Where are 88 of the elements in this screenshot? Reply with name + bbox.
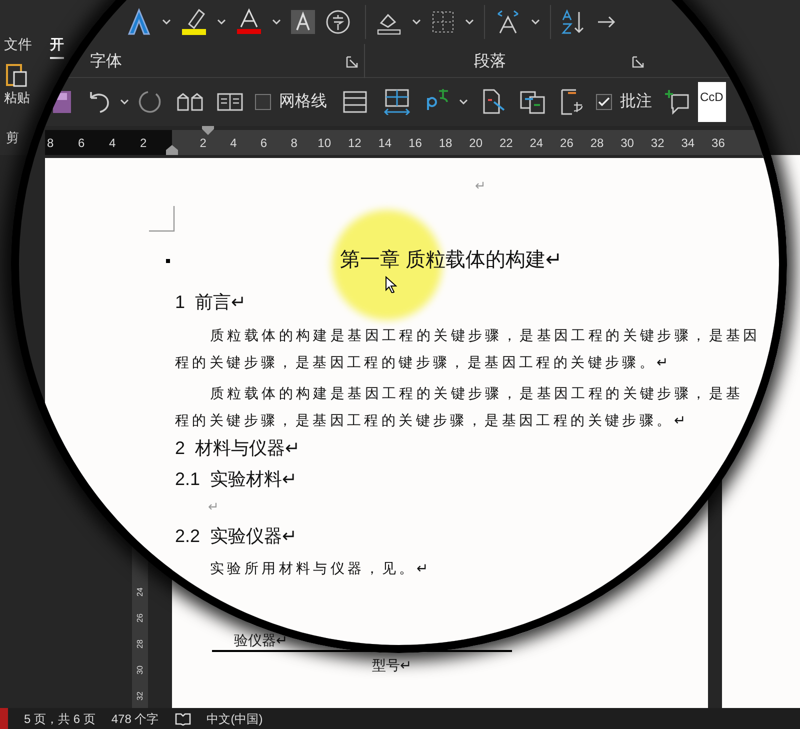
columns-icon[interactable] (217, 93, 243, 111)
window-compare-icon[interactable] (520, 89, 546, 115)
page-width-icon[interactable] (383, 89, 411, 115)
header-row-icon[interactable] (343, 91, 367, 113)
ruler-number: 8 (47, 134, 55, 152)
body-paragraph: 质粒载体的构建是基因工程的关键步骤，是基因工程的关键步骤，是基因 程的关键步骤，是基因工程的键步骤，是基因工程的关键步骤。↵ (174, 326, 762, 372)
ribbon-tab[interactable]: 开 (50, 34, 64, 59)
document-kana-icon[interactable] (560, 89, 584, 115)
checkbox-box[interactable] (255, 94, 271, 110)
left-indent-marker[interactable] (166, 145, 178, 155)
ruler-number: 26 (134, 614, 145, 622)
book-icon[interactable] (177, 93, 203, 111)
table-header-cell-text: 型号↵ (372, 656, 412, 675)
ruler-number: 24 (528, 134, 544, 152)
caret-icon[interactable] (272, 19, 281, 25)
ruler-number: 30 (620, 134, 635, 152)
caption-text: 验仪器↵ (234, 631, 288, 650)
document-compare-icon[interactable] (482, 89, 506, 115)
body-paragraph: 质粒载体的构建是基因工程的关键步骤，是基因工程的关键步骤，是基 程的关键步骤，是基因工程的关键步骤，是基因工程的关键步骤。↵ (174, 384, 744, 430)
font-color-icon[interactable] (236, 8, 262, 36)
caret-icon[interactable] (465, 19, 474, 25)
ruler-number: 14 (377, 134, 393, 152)
ruler-number: 6 (78, 134, 86, 152)
mouse-pointer-icon (385, 276, 397, 293)
highlighter-icon[interactable] (181, 8, 207, 36)
gridlines-checkbox[interactable]: 网格线 (255, 90, 327, 114)
ribbon-tab[interactable]: 文件 (4, 34, 32, 59)
caret-icon[interactable] (531, 19, 540, 25)
ruler-number: 20 (468, 134, 484, 152)
ruler-number: 18 (438, 134, 454, 152)
caret-icon[interactable] (217, 19, 226, 25)
paste-button[interactable]: 粘贴 (4, 62, 30, 108)
text-effects-icon[interactable] (126, 8, 152, 36)
paragraph-mark: ↵ (474, 177, 487, 195)
section-heading: 1 前言↵ (174, 291, 248, 314)
asian-layout-icon[interactable] (495, 9, 521, 35)
new-comment-icon[interactable] (664, 89, 690, 115)
redo-icon[interactable] (137, 89, 163, 115)
ruler-number: 32 (134, 692, 145, 700)
arrow-icon[interactable] (597, 14, 617, 30)
borders-icon[interactable] (431, 10, 455, 34)
ruler-number: 24 (134, 588, 145, 596)
ruler-number: 26 (559, 134, 574, 152)
ruler-number: 16 (408, 134, 423, 152)
ruler-number: 30 (134, 666, 145, 674)
ruler-number: 2 (198, 134, 208, 152)
status-indicator (0, 708, 8, 729)
page-count[interactable]: 5 页，共 6 页 (24, 710, 96, 728)
caret-icon[interactable] (459, 99, 468, 105)
section-heading: 2.2 实验仪器↵ (174, 525, 298, 548)
ruler-number: 34 (680, 134, 696, 152)
bullet-mark (166, 259, 170, 263)
ruler-number: 32 (650, 134, 666, 152)
ruler-number: 2 (140, 134, 148, 152)
ruler-number: 4 (109, 134, 117, 152)
word-count[interactable]: 478 个字 (111, 710, 159, 728)
ruler-number: 6 (259, 134, 268, 152)
section-heading: 2.1 实验材料↵ (174, 468, 298, 491)
ruler-number: 10 (316, 134, 332, 152)
book-icon[interactable] (174, 712, 191, 726)
undo-icon[interactable] (88, 90, 112, 114)
checkbox-box[interactable] (596, 94, 612, 110)
caret-icon[interactable] (162, 19, 171, 25)
group-label: 剪 (6, 129, 19, 147)
enclosed-character-icon[interactable] (325, 9, 351, 35)
ruler-number: 12 (346, 134, 362, 152)
dialog-launcher-icon[interactable] (346, 56, 358, 68)
ruler-number: 28 (589, 134, 605, 152)
ruler-number: 8 (290, 134, 298, 152)
group-label: 段落 (474, 52, 506, 72)
clipboard-icon (5, 62, 29, 88)
style-gallery[interactable]: CcD (698, 82, 726, 122)
paragraph-mark: ↵ (207, 498, 220, 516)
ruler-number: 36 (710, 134, 726, 152)
character-shading-icon[interactable] (291, 10, 315, 34)
ruler-number: 22 (498, 134, 514, 152)
ruler-number: 28 (134, 640, 145, 648)
caret-icon[interactable] (412, 19, 421, 25)
ruler-number: 4 (229, 134, 238, 152)
chapter-title: 第一章 质粒载体的构建↵ (340, 248, 563, 273)
group-label: 字体 (90, 52, 122, 72)
caret-icon[interactable] (120, 99, 129, 105)
body-paragraph: 实验所用材料与仪器，见。↵ (209, 559, 433, 578)
dialog-launcher-icon[interactable] (632, 56, 644, 68)
corner-mark-icon (149, 206, 175, 232)
comments-checkbox[interactable]: 批注 (596, 90, 652, 114)
section-heading: 2 材料与仪器↵ (174, 437, 302, 460)
language-indicator[interactable]: 中文(中国) (206, 710, 263, 728)
